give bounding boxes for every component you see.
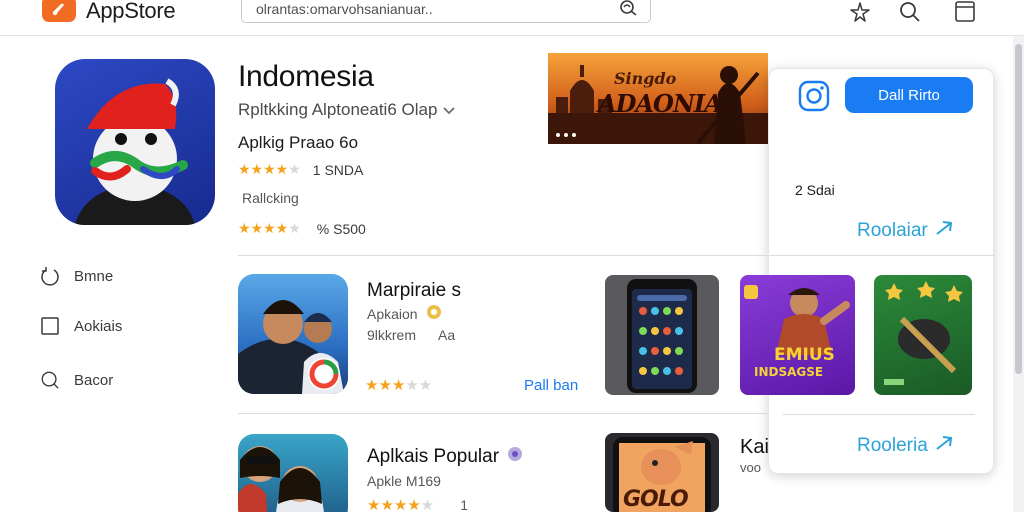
app-popover-card: Dall Rirto 2 Sdai Roolaiar Rooleria bbox=[768, 68, 995, 474]
app-subtitle: Apkaion bbox=[367, 304, 442, 323]
banner-title-top: Singdo bbox=[614, 69, 677, 88]
rating-count: % S500 bbox=[316, 220, 366, 237]
featured-app-title: Indomesia bbox=[238, 60, 374, 93]
ranking-label: Rallcking bbox=[242, 190, 299, 206]
primary-action-button[interactable]: Dall Rirto bbox=[845, 77, 973, 113]
game-card-title-top: EMIUS bbox=[774, 345, 835, 365]
sidebar-item-label: Aokiais bbox=[74, 317, 123, 335]
featured-app-rating: ★★★★★ 1 SNDA bbox=[238, 161, 363, 178]
search-icon[interactable] bbox=[898, 0, 922, 29]
popover-count: 2 Sdai bbox=[795, 182, 835, 198]
top-bar: AppStore olrantas:omarvohsanianuar.. bbox=[0, 0, 1024, 36]
app-meta-text: 9lkkrem bbox=[367, 327, 417, 343]
app-subtitle-text: Apkaion bbox=[367, 305, 418, 322]
app-meta-text: Aa bbox=[438, 327, 456, 343]
app-title[interactable]: Marpiraie s bbox=[367, 280, 461, 302]
appstore-logo-icon[interactable] bbox=[42, 0, 76, 22]
popover-link-label: Roolaiar bbox=[857, 220, 928, 241]
app-meta: 9lkkrem Aa bbox=[367, 327, 455, 343]
search-input[interactable]: olrantas:omarvohsanianuar.. bbox=[241, 0, 651, 23]
sidebar-item-label: Bacor bbox=[74, 371, 114, 389]
app-subtitle-text: Apkle M169 bbox=[367, 473, 441, 489]
popover-link-label: Rooleria bbox=[857, 435, 928, 456]
star-rating-icon: ★★★★★ bbox=[238, 161, 301, 177]
featured-app-category: Aplkig Praao 6o bbox=[238, 133, 359, 152]
divider bbox=[238, 255, 768, 256]
scrollbar-thumb[interactable] bbox=[1015, 44, 1022, 374]
app-icon-popular[interactable] bbox=[238, 434, 348, 512]
app-screenshot-phone[interactable]: GOLO bbox=[605, 433, 719, 512]
app-title-text: Aplkais Popular bbox=[367, 446, 500, 467]
popover-link-category[interactable]: Rooleria bbox=[857, 435, 954, 457]
featured-app-rating-secondary: ★★★★★ % S500 bbox=[238, 220, 366, 237]
instagram-icon[interactable] bbox=[797, 79, 831, 118]
app-meta: ★★★★★ 1 bbox=[367, 496, 468, 512]
divider bbox=[238, 413, 768, 414]
game-card-title-bottom: INDSAGSE bbox=[754, 365, 824, 379]
sidebar-item-search[interactable]: Bacor bbox=[40, 370, 113, 390]
sidebar-item-label: Bmne bbox=[74, 267, 114, 285]
app-title: AppStore bbox=[86, 0, 176, 23]
square-icon bbox=[40, 316, 60, 336]
window-icon[interactable] bbox=[953, 0, 977, 29]
sidebar-item-home[interactable]: Bmne bbox=[40, 266, 113, 286]
star-rating-icon: ★★★★★ bbox=[365, 377, 433, 394]
star-rating-icon: ★★★★★ bbox=[238, 220, 301, 236]
app-screenshot-phone[interactable] bbox=[605, 275, 719, 395]
featured-banner[interactable]: Singdo ADAONIA bbox=[548, 53, 768, 144]
verified-badge-icon bbox=[426, 304, 442, 323]
peek-subtitle: voo bbox=[740, 460, 761, 475]
arrow-right-icon bbox=[934, 435, 954, 457]
divider bbox=[783, 414, 975, 415]
app-title[interactable]: Aplkais Popular bbox=[367, 446, 523, 468]
game-card-secondary[interactable] bbox=[874, 275, 972, 395]
peek-title: Kai bbox=[740, 436, 769, 458]
account-icon[interactable] bbox=[848, 0, 872, 29]
divider bbox=[769, 255, 995, 256]
app-meta-text: 1 bbox=[460, 497, 469, 512]
scrollbar[interactable] bbox=[1013, 36, 1024, 512]
verified-badge-icon bbox=[507, 446, 523, 468]
search-icon bbox=[40, 370, 60, 390]
sidebar-item-apps[interactable]: Aokiais bbox=[40, 316, 122, 336]
app-icon-marpiraie[interactable] bbox=[238, 274, 348, 394]
rating-count: 1 SNDA bbox=[312, 161, 364, 178]
star-rating-icon: ★★★★★ bbox=[367, 497, 435, 512]
popover-link-popular[interactable]: Roolaiar bbox=[857, 220, 954, 242]
search-input-value[interactable]: olrantas:omarvohsanianuar.. bbox=[256, 1, 433, 17]
get-app-button[interactable]: Pall ban bbox=[524, 377, 578, 394]
phone-screenshot-title: GOLO bbox=[623, 487, 689, 512]
featured-app-subtitle-text: Rpltkking Alptoneati6 Olap bbox=[238, 100, 438, 119]
voice-search-icon[interactable] bbox=[618, 0, 638, 22]
game-card[interactable]: EMIUS INDSAGSE bbox=[740, 275, 855, 395]
app-subtitle: Apkle M169 bbox=[367, 473, 441, 489]
arrow-right-icon bbox=[934, 220, 954, 242]
featured-app-icon[interactable] bbox=[55, 59, 215, 225]
circle-arrow-icon bbox=[40, 266, 60, 286]
chevron-down-icon bbox=[443, 100, 456, 120]
banner-title-main: ADAONIA bbox=[598, 89, 723, 118]
featured-app-subtitle[interactable]: Rpltkking Alptoneati6 Olap bbox=[238, 100, 456, 120]
